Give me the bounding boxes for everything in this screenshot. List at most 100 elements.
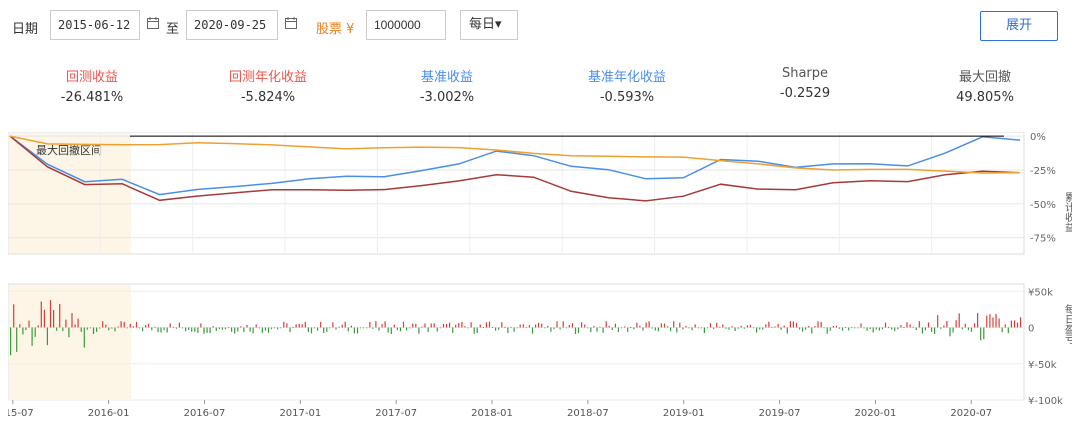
pnl-bar — [126, 327, 128, 329]
pnl-bar — [952, 327, 954, 333]
pnl-bar — [547, 325, 549, 328]
cumulative-return-chart: 最大回撤区间0%-25%-50%-75%累计收益 — [7, 131, 1075, 255]
pnl-bar — [900, 325, 902, 328]
pnl-bar — [528, 325, 530, 328]
pnl-bar — [163, 327, 165, 331]
pnl-bar — [765, 324, 767, 328]
pnl-bar — [492, 327, 494, 328]
pnl-bar — [946, 320, 948, 328]
pnl-bar — [335, 327, 337, 330]
pnl-bar — [918, 321, 920, 328]
pnl-bar — [212, 326, 214, 328]
pnl-bar — [37, 325, 39, 328]
stock-label: 股票 ¥ — [316, 22, 355, 37]
x-tick-label: 2019-01 — [663, 408, 705, 419]
calendar-icon[interactable] — [284, 16, 298, 33]
end-date-input[interactable]: 2020-09-25 — [186, 10, 278, 40]
pnl-bar — [734, 327, 736, 331]
stat-value: -0.2529 — [779, 86, 831, 101]
pnl-bar — [989, 314, 991, 328]
pnl-bar — [786, 327, 788, 334]
pnl-bar — [931, 327, 933, 332]
pnl-bar — [657, 327, 659, 332]
pnl-bar — [181, 327, 184, 329]
pnl-bar — [676, 327, 678, 333]
pnl-bar — [326, 327, 328, 332]
pnl-bar — [620, 327, 623, 329]
pnl-bar — [891, 327, 893, 330]
pnl-bar — [310, 327, 313, 334]
pnl-bar — [350, 325, 352, 328]
pnl-bar — [875, 327, 877, 330]
pnl-bar — [541, 323, 543, 328]
pnl-bar — [80, 327, 82, 332]
pnl-bar — [25, 327, 27, 331]
pnl-bar — [538, 322, 540, 328]
pnl-bar — [369, 322, 371, 328]
pnl-bar — [857, 327, 859, 329]
pnl-bar — [258, 327, 260, 329]
pnl-bar — [264, 327, 266, 331]
pnl-bar — [706, 327, 709, 329]
pnl-bar — [897, 327, 899, 330]
pnl-bar — [752, 327, 755, 329]
pnl-bar — [56, 327, 58, 331]
pnl-bar — [590, 327, 592, 333]
pnl-bar — [439, 327, 441, 329]
pnl-bar — [381, 324, 383, 328]
pnl-bar — [608, 325, 610, 328]
pnl-bar — [731, 326, 733, 328]
pnl-bar — [958, 313, 960, 328]
pnl-bar — [77, 318, 79, 328]
pnl-bar — [648, 321, 650, 328]
pnl-bar — [307, 327, 309, 333]
pnl-bar — [102, 321, 104, 328]
stat-sharpe: Sharpe -0.2529 — [730, 66, 880, 101]
pnl-bar — [436, 327, 438, 332]
pnl-bar — [909, 324, 911, 328]
pnl-bar — [940, 327, 942, 329]
pnl-bar — [522, 324, 524, 328]
pnl-bar — [605, 321, 607, 328]
frequency-select[interactable]: 每日▾ — [460, 10, 518, 40]
pnl-bar — [317, 327, 319, 331]
pnl-bar — [835, 325, 837, 328]
y-axis-label: 累计收益 — [1063, 192, 1073, 232]
pnl-bar — [68, 327, 70, 338]
pnl-bar — [848, 327, 850, 331]
pnl-bar — [685, 325, 687, 328]
amount-input[interactable]: 1000000 — [366, 10, 446, 40]
pnl-bar — [283, 321, 285, 328]
pnl-bar — [811, 327, 813, 334]
pnl-bar — [1001, 327, 1003, 333]
pnl-bar — [498, 327, 500, 330]
calendar-icon[interactable] — [146, 16, 160, 33]
pnl-bar — [166, 327, 168, 333]
pnl-bar — [894, 327, 896, 331]
pnl-bar — [224, 327, 227, 330]
pnl-bar — [470, 322, 472, 328]
pnl-bar — [703, 327, 705, 334]
y-tick-label: ¥-100k — [1028, 396, 1063, 407]
pnl-bar — [719, 326, 721, 328]
pnl-bar — [452, 327, 454, 333]
pnl-bar — [826, 327, 828, 334]
y-tick-label: 0 — [1028, 324, 1034, 335]
pnl-bar — [148, 323, 150, 328]
pnl-bar — [22, 327, 24, 335]
pnl-bar — [111, 327, 113, 329]
pnl-bar — [768, 321, 770, 328]
pnl-bar — [756, 327, 758, 333]
pnl-bar — [888, 327, 890, 328]
start-date-input[interactable]: 2015-06-12 — [50, 10, 140, 40]
pnl-bar — [992, 317, 994, 328]
pnl-bar — [722, 324, 724, 328]
expand-button[interactable]: 展开 — [980, 11, 1058, 41]
pnl-bar — [501, 322, 503, 328]
pnl-bar — [384, 321, 386, 328]
pnl-bar — [654, 327, 656, 331]
pnl-bar — [921, 327, 923, 334]
x-tick-label: 2018-01 — [471, 408, 513, 419]
pnl-bar — [808, 326, 810, 328]
stat-value: -3.002% — [419, 90, 475, 105]
